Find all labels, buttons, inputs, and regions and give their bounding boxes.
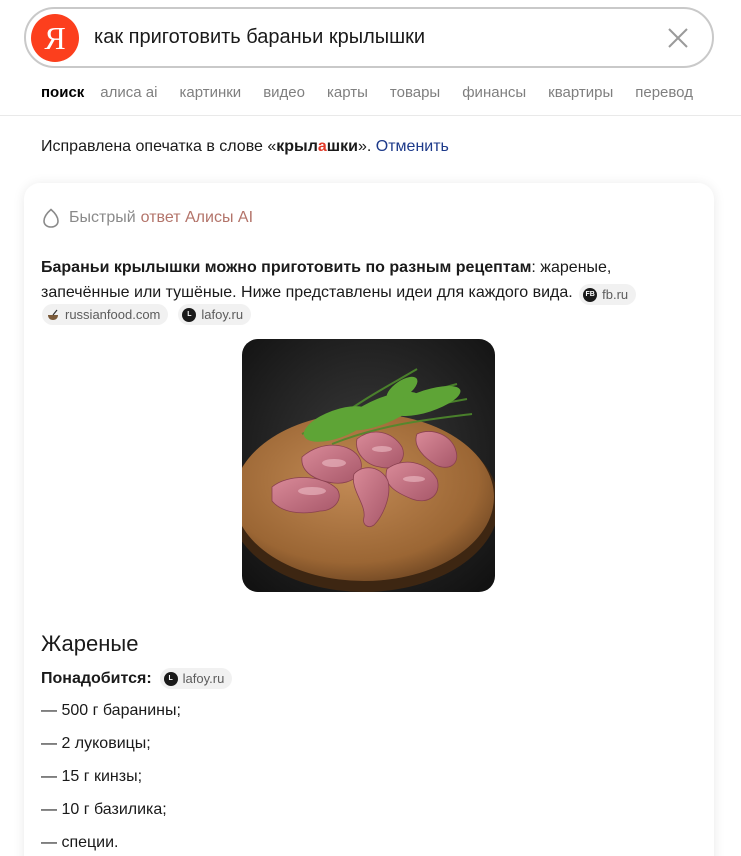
cancel-correction-link[interactable]: Отменить [376,138,449,155]
source-label: lafoy.ru [182,671,225,686]
source-chip-fb[interactable]: FB fb.ru [579,284,637,305]
corrected-word-part1: крыл [276,138,318,155]
alice-icon [43,208,59,228]
source-label: russianfood.com [65,307,161,322]
list-item: — 15 г кинзы; [41,768,143,785]
pot-icon [48,309,58,320]
source-chip-lafoy-needs[interactable]: L lafoy.ru [159,668,233,689]
list-item: — 2 луковицы; [41,735,151,752]
summary-bold: Бараньи крылышки можно приготовить по ра… [41,259,532,276]
list-item: — специи. [41,834,119,851]
list-item: — 500 г баранины; [41,702,181,719]
tab-finance[interactable]: финансы [462,84,526,104]
answer-summary: Бараньи крылышки можно приготовить по ра… [41,255,701,305]
corrected-word-part2: шки [326,138,358,155]
tab-video[interactable]: видео [263,84,305,104]
search-bar[interactable]: Я как приготовить бараньи крылышки [24,7,714,68]
alice-answer-link[interactable]: ответ Алисы AI [141,209,253,227]
tabs-divider [0,115,741,116]
tab-alice-ai[interactable]: алиса ai [100,84,157,104]
lafoy-icon: L [182,307,197,322]
corrected-word: крылашки [276,138,358,155]
answer-header-prefix: Быстрый [69,209,136,226]
lamb-wings-picture [242,339,495,592]
answer-header: Быстрый ответ Алисы AI [40,207,253,229]
needs-row: Понадобится: L lafoy.ru [41,668,233,689]
source-chip-russianfood[interactable]: russianfood.com [42,304,169,325]
alice-answer-card: Быстрый ответ Алисы AI Бараньи крылышки … [24,183,714,856]
ingredient-list: — 500 г баранины; — 2 луковицы; — 15 г к… [41,700,181,856]
logo-letter: Я [44,19,66,56]
lafoy-icon: L [163,671,178,686]
yandex-logo[interactable]: Я [31,13,79,62]
corrected-letter: а [317,138,327,155]
search-tabs: поиск алиса ai картинки видео карты това… [41,84,715,104]
source-chip-lafoy[interactable]: L lafoy.ru [178,304,252,325]
correction-suffix: ». [357,138,376,155]
lamb-wings-image[interactable] [242,339,495,592]
search-input[interactable]: как приготовить бараньи крылышки [94,26,658,49]
correction-prefix: Исправлена опечатка в слове « [41,138,277,155]
tab-maps[interactable]: карты [327,84,368,104]
tab-images[interactable]: картинки [179,84,241,104]
list-item: — 10 г базилика; [41,801,167,818]
fb-icon: FB [583,287,598,302]
close-icon [668,27,688,48]
clear-button[interactable] [658,18,698,58]
tab-translate[interactable]: перевод [635,84,693,104]
typo-correction: Исправлена опечатка в слове «крылашки». … [41,138,449,156]
tab-search[interactable]: поиск [41,84,84,104]
needs-label: Понадобится: [41,669,152,687]
tab-apartments[interactable]: квартиры [548,84,613,104]
source-chips: russianfood.com L lafoy.ru [40,304,252,325]
source-label: lafoy.ru [201,307,244,322]
tab-goods[interactable]: товары [390,84,440,104]
section-title: Жареные [41,631,139,656]
source-label: fb.ru [602,287,629,302]
